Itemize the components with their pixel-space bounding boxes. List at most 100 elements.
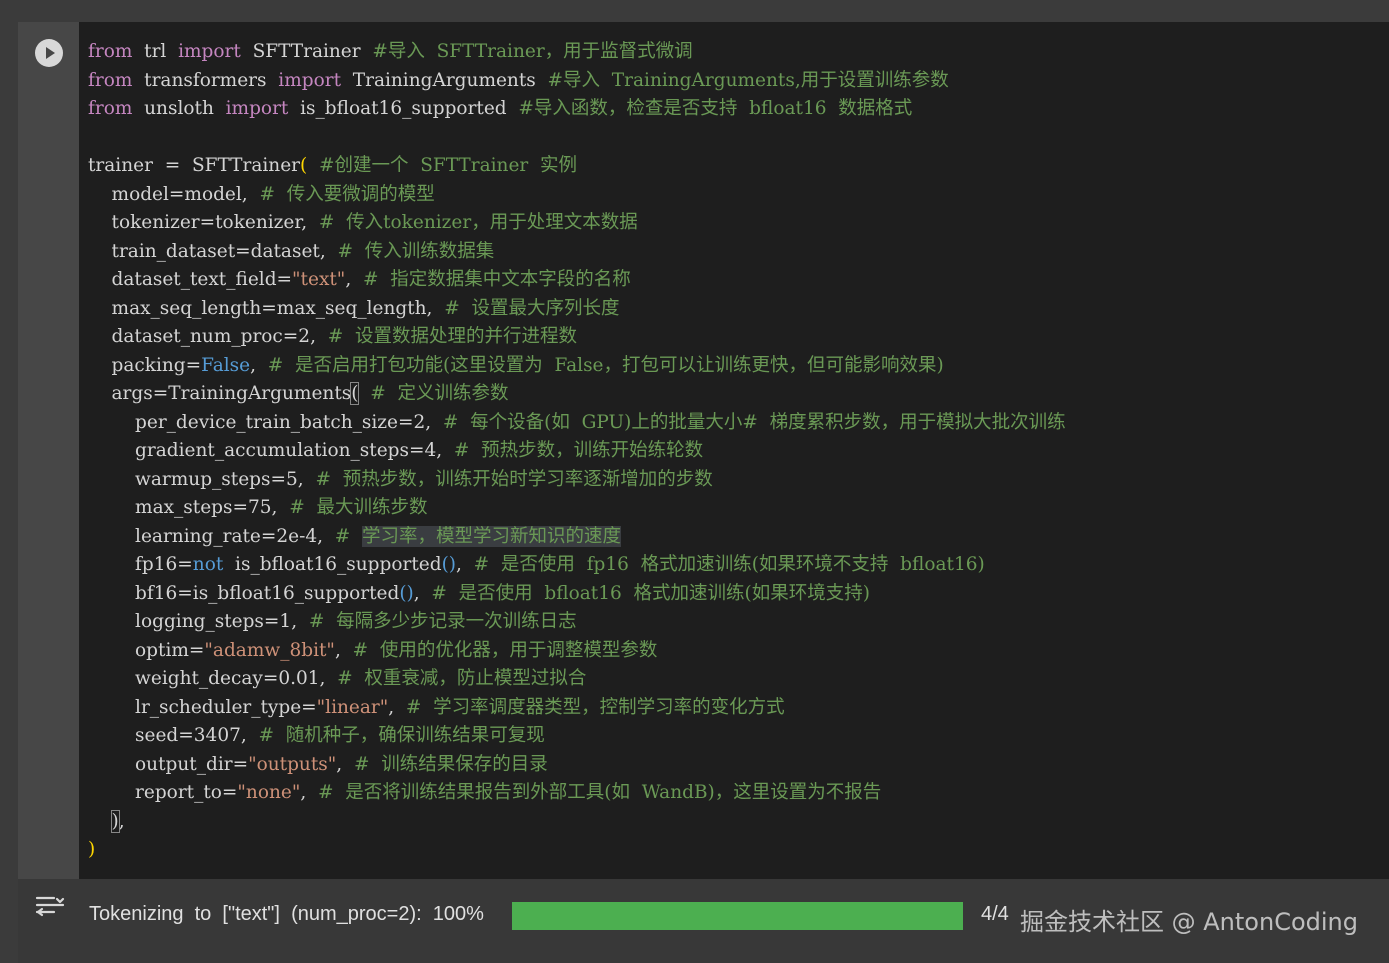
code-token: import [178, 41, 241, 62]
code-line: seed=3407, # 随机种子，确保训练结果可复现 [88, 722, 1066, 751]
code-token: SFTTrainer [240, 41, 373, 62]
code-token: , [118, 810, 125, 832]
code-token: False [201, 354, 251, 376]
code-line: train_dataset=dataset, # 传入训练数据集 [88, 238, 1066, 267]
code-line: from transformers import TrainingArgumen… [88, 67, 1066, 96]
code-token: # 学习率调度器类型，控制学习率的变化方式 [405, 696, 785, 718]
code-text[interactable]: from trl import SFTTrainer #导入 SFTTraine… [88, 38, 1066, 865]
code-token: # 预热步数，训练开始时学习率逐渐增加的步数 [315, 468, 713, 490]
code-token: trainer = SFTTrainer [88, 155, 300, 176]
code-token: logging_steps=1, [88, 611, 309, 632]
code-token: #导入函数，检查是否支持 bfloat16 数据格式 [518, 98, 913, 119]
code-token: packing= [88, 354, 202, 376]
code-token: import [278, 69, 341, 91]
code-line: optim="adamw_8bit", # 使用的优化器，用于调整模型参数 [88, 637, 1066, 666]
code-line: bf16=is_bfloat16_supported(), # 是否使用 bfl… [88, 580, 1066, 609]
code-token: bf16=is_bfloat16_supported [88, 582, 400, 604]
code-line: per_device_train_batch_size=2, # 每个设备(如 … [88, 409, 1066, 438]
code-token: # 随机种子，确保训练结果可复现 [258, 725, 545, 746]
code-token: # 每个设备(如 GPU)上的批量大小# 梯度累积步数，用于模拟大批次训练 [442, 411, 1066, 433]
code-token: report_to= [88, 782, 238, 803]
code-token: optim= [88, 639, 205, 661]
code-token: # 设置数据处理的并行进程数 [327, 326, 577, 347]
code-token: # 是否使用 fp16 格式加速训练(如果环境不支持 bfloat16) [473, 554, 985, 575]
code-token: is_bfloat16_supported [288, 98, 519, 119]
code-token: is_bfloat16_supported [223, 554, 442, 575]
code-line: output_dir="outputs", # 训练结果保存的目录 [88, 751, 1066, 780]
code-token: from [88, 41, 133, 62]
code-token: , [250, 354, 268, 376]
code-line: max_seq_length=max_seq_length, # 设置最大序列长… [88, 295, 1066, 324]
code-token: unsloth [132, 98, 226, 119]
code-token: # 最大训练步数 [289, 497, 428, 518]
code-line: model=model, # 传入要微调的模型 [88, 181, 1066, 210]
progress-count: 4/4 [981, 903, 1009, 925]
code-token: , [334, 639, 353, 661]
code-token: args=TrainingArguments [88, 383, 352, 404]
code-line: packing=False, # 是否启用打包功能(这里设置为 False，打包… [88, 352, 1066, 381]
code-token: # 设置最大序列长度 [444, 297, 620, 319]
code-token: 学习率，模型学习新知识的速度 [362, 525, 622, 547]
code-token: , [388, 696, 406, 718]
code-line: from unsloth import is_bfloat16_supporte… [88, 95, 1066, 124]
code-line: warmup_steps=5, # 预热步数，训练开始时学习率逐渐增加的步数 [88, 466, 1066, 495]
code-token: max_steps=75, [88, 497, 290, 518]
code-token: train_dataset=dataset, [88, 240, 338, 262]
code-token: output_dir= [88, 753, 249, 775]
code-token: #导入 SFTTrainer，用于监督式微调 [372, 41, 693, 62]
code-token: # 是否使用 bfloat16 格式加速训练(如果环境支持) [431, 582, 870, 604]
code-line: ) [88, 836, 1066, 865]
code-token: , [413, 582, 432, 604]
code-token: seed=3407, [88, 725, 259, 746]
code-token: weight_decay=0.01, [88, 668, 338, 689]
run-cell-button[interactable] [35, 39, 63, 67]
code-token: , [300, 782, 319, 803]
code-token: transformers [132, 69, 279, 91]
code-line: gradient_accumulation_steps=4, # 预热步数，训练… [88, 437, 1066, 466]
code-token: fp16= [88, 554, 193, 575]
code-token: # 传入tokenizer，用于处理文本数据 [318, 212, 638, 233]
code-token: , [336, 753, 354, 775]
code-token: # 权重衰减，防止模型过拟合 [337, 668, 587, 689]
code-line: weight_decay=0.01, # 权重衰减，防止模型过拟合 [88, 665, 1066, 694]
code-line: dataset_num_proc=2, # 设置数据处理的并行进程数 [88, 323, 1066, 352]
code-token: from [88, 69, 133, 91]
code-token: , [345, 269, 363, 290]
code-line: tokenizer=tokenizer, # 传入tokenizer，用于处理文… [88, 209, 1066, 238]
code-token: trl [132, 41, 179, 62]
code-line: args=TrainingArguments( # 定义训练参数 [88, 380, 1066, 409]
progress-bar-fill [512, 902, 963, 930]
code-token: gradient_accumulation_steps=4, [88, 440, 454, 461]
code-token: # 传入要微调的模型 [259, 183, 435, 205]
code-token: , [456, 554, 474, 575]
code-token: () [399, 582, 414, 604]
code-token: "text" [292, 269, 346, 290]
code-line: logging_steps=1, # 每隔多少步记录一次训练日志 [88, 608, 1066, 637]
code-token: # 训练结果保存的目录 [353, 753, 548, 775]
code-token: "linear" [316, 696, 389, 718]
code-token: max_seq_length=max_seq_length, [88, 297, 445, 319]
cell-gutter [18, 22, 79, 879]
code-token: # 每隔多少步记录一次训练日志 [308, 611, 577, 632]
code-token: () [441, 554, 457, 575]
code-line: from trl import SFTTrainer #导入 SFTTraine… [88, 38, 1066, 67]
code-token: #创建一个 SFTTrainer 实例 [318, 155, 578, 176]
code-line: fp16=not is_bfloat16_supported(), # 是否使用… [88, 551, 1066, 580]
code-token: ) [110, 809, 120, 833]
code-token: # 传入训练数据集 [337, 240, 495, 262]
code-token: dataset_text_field= [88, 269, 293, 290]
progress-label: Tokenizing to ["text"] (num_proc=2): 100… [89, 903, 484, 925]
code-line: learning_rate=2e-4, # 学习率，模型学习新知识的速度 [88, 523, 1066, 552]
code-token: "outputs" [248, 753, 337, 775]
code-token: # 使用的优化器，用于调整模型参数 [352, 639, 658, 661]
code-token: from [88, 98, 133, 119]
code-token: # 预热步数，训练开始练轮数 [453, 440, 704, 461]
code-token: TrainingArguments [341, 69, 548, 91]
code-line: max_steps=75, # 最大训练步数 [88, 494, 1066, 523]
code-token: ) [88, 839, 96, 860]
output-toggle-icon[interactable] [34, 890, 66, 920]
code-token: tokenizer=tokenizer, [88, 212, 319, 233]
